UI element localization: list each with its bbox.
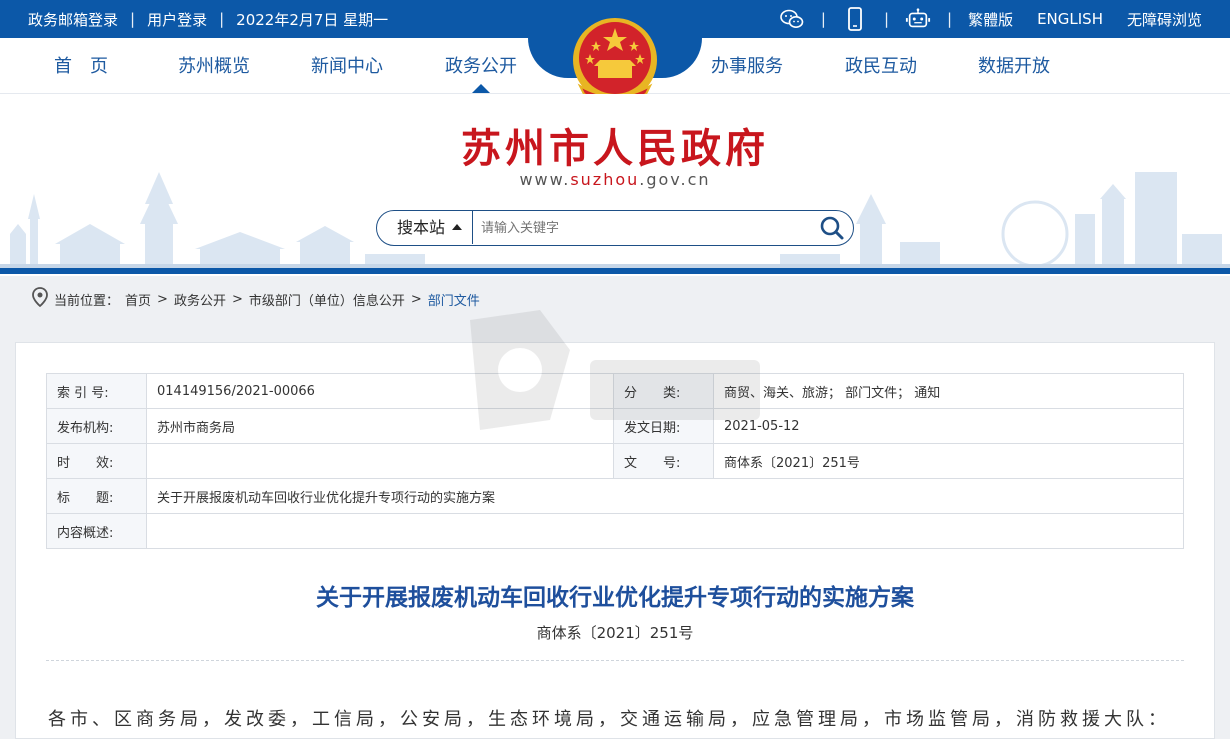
site-title: 苏州市人民政府 [461, 125, 769, 172]
robot-icon[interactable] [905, 7, 931, 31]
search-icon[interactable] [819, 215, 845, 241]
document-title: 关于开展报废机动车回收行业优化提升专项行动的实施方案 [316, 585, 914, 611]
meta-key: 时 效: [46, 443, 147, 479]
separator: | [883, 10, 889, 28]
nav-item-home[interactable]: 首 页 [54, 38, 108, 94]
meta-value [146, 443, 614, 479]
divider [46, 660, 1184, 661]
top-bar-left: 政务邮箱登录 | 用户登录 | 2022年2月7日 星期一 [28, 0, 388, 38]
meta-value: 商体系〔2021〕251号 [713, 443, 1184, 479]
national-emblem-icon [550, 8, 680, 108]
breadcrumb-sep: > [410, 291, 422, 307]
meta-value: 014149156/2021-00066 [146, 373, 614, 409]
meta-key: 索 引 号: [46, 373, 147, 409]
breadcrumb-home[interactable]: 首页 [125, 290, 151, 309]
nav-item-overview[interactable]: 苏州概览 [178, 38, 250, 94]
wechat-icon[interactable] [779, 7, 805, 31]
breadcrumb-sep: > [231, 291, 243, 307]
table-row: 发布机构: 苏州市商务局 发文日期: 2021-05-12 [46, 408, 1184, 444]
email-login-link[interactable]: 政务邮箱登录 [28, 9, 118, 30]
english-link[interactable]: ENGLISH [1037, 10, 1103, 28]
traditional-chinese-link[interactable]: 繁體版 [968, 9, 1013, 30]
search-box: 搜本站 [376, 210, 854, 246]
table-row: 标 题: 关于开展报废机动车回收行业优化提升专项行动的实施方案 [46, 478, 1184, 514]
meta-key: 发文日期: [613, 408, 714, 444]
table-row: 内容概述: [46, 513, 1184, 549]
active-nav-indicator [472, 84, 490, 93]
meta-key: 标 题: [46, 478, 147, 514]
nav-item-open-data[interactable]: 数据开放 [978, 38, 1050, 94]
meta-value: 商贸、海关、旅游； 部门文件； 通知 [713, 373, 1184, 409]
top-bar-right: | | | 繁體版 ENGLISH 无障碍浏览 [779, 0, 1202, 38]
location-pin-icon [32, 287, 48, 311]
site-banner: 苏州市人民政府 www.suzhou.gov.cn [0, 94, 1230, 274]
document-meta-table: 索 引 号: 014149156/2021-00066 分 类: 商贸、海关、旅… [46, 373, 1184, 549]
search-scope-dropdown[interactable]: 搜本站 [377, 211, 473, 244]
site-url: www.suzhou.gov.cn [519, 170, 711, 189]
breadcrumb-departments[interactable]: 市级部门（单位）信息公开 [249, 290, 405, 309]
separator: | [947, 10, 953, 28]
meta-value [146, 513, 1184, 549]
breadcrumb: 当前位置： 首页 > 政务公开 > 市级部门（单位）信息公开 > 部门文件 [0, 276, 1230, 322]
meta-key: 分 类: [613, 373, 714, 409]
breadcrumb-label: 当前位置： [54, 293, 120, 309]
meta-value: 关于开展报废机动车回收行业优化提升专项行动的实施方案 [146, 478, 1184, 514]
breadcrumb-government-affairs[interactable]: 政务公开 [174, 290, 226, 309]
search-input[interactable] [481, 217, 801, 239]
meta-value: 苏州市商务局 [146, 408, 614, 444]
meta-key: 内容概述: [46, 513, 147, 549]
breadcrumb-current[interactable]: 部门文件 [428, 290, 480, 309]
accessible-browsing-link[interactable]: 无障碍浏览 [1127, 9, 1202, 30]
mobile-icon[interactable] [842, 7, 868, 31]
document-number: 商体系〔2021〕251号 [536, 624, 694, 642]
table-row: 索 引 号: 014149156/2021-00066 分 类: 商贸、海关、旅… [46, 373, 1184, 409]
caret-up-icon [452, 224, 462, 230]
nav-item-interaction[interactable]: 政民互动 [845, 38, 917, 94]
separator: | [130, 10, 136, 28]
meta-key: 文 号: [613, 443, 714, 479]
current-date: 2022年2月7日 星期一 [236, 10, 389, 29]
breadcrumb-sep: > [157, 291, 168, 307]
table-row: 时 效: 文 号: 商体系〔2021〕251号 [46, 443, 1184, 479]
user-login-link[interactable]: 用户登录 [147, 9, 207, 30]
separator: | [820, 10, 826, 28]
breadcrumb-inner: 当前位置： 首页 > 政务公开 > 市级部门（单位）信息公开 > 部门文件 [32, 276, 480, 322]
separator: | [219, 10, 225, 28]
banner-divider [0, 268, 1230, 274]
document-paragraph: 各市、区商务局，发改委，工信局，公安局，生态环境局，交通运输局，应急管理局，市场… [48, 709, 1170, 730]
meta-key: 发布机构: [46, 408, 147, 444]
search-scope-label: 搜本站 [397, 218, 446, 237]
nav-item-news[interactable]: 新闻中心 [311, 38, 383, 94]
nav-item-services[interactable]: 办事服务 [711, 38, 783, 94]
meta-value: 2021-05-12 [713, 408, 1184, 444]
